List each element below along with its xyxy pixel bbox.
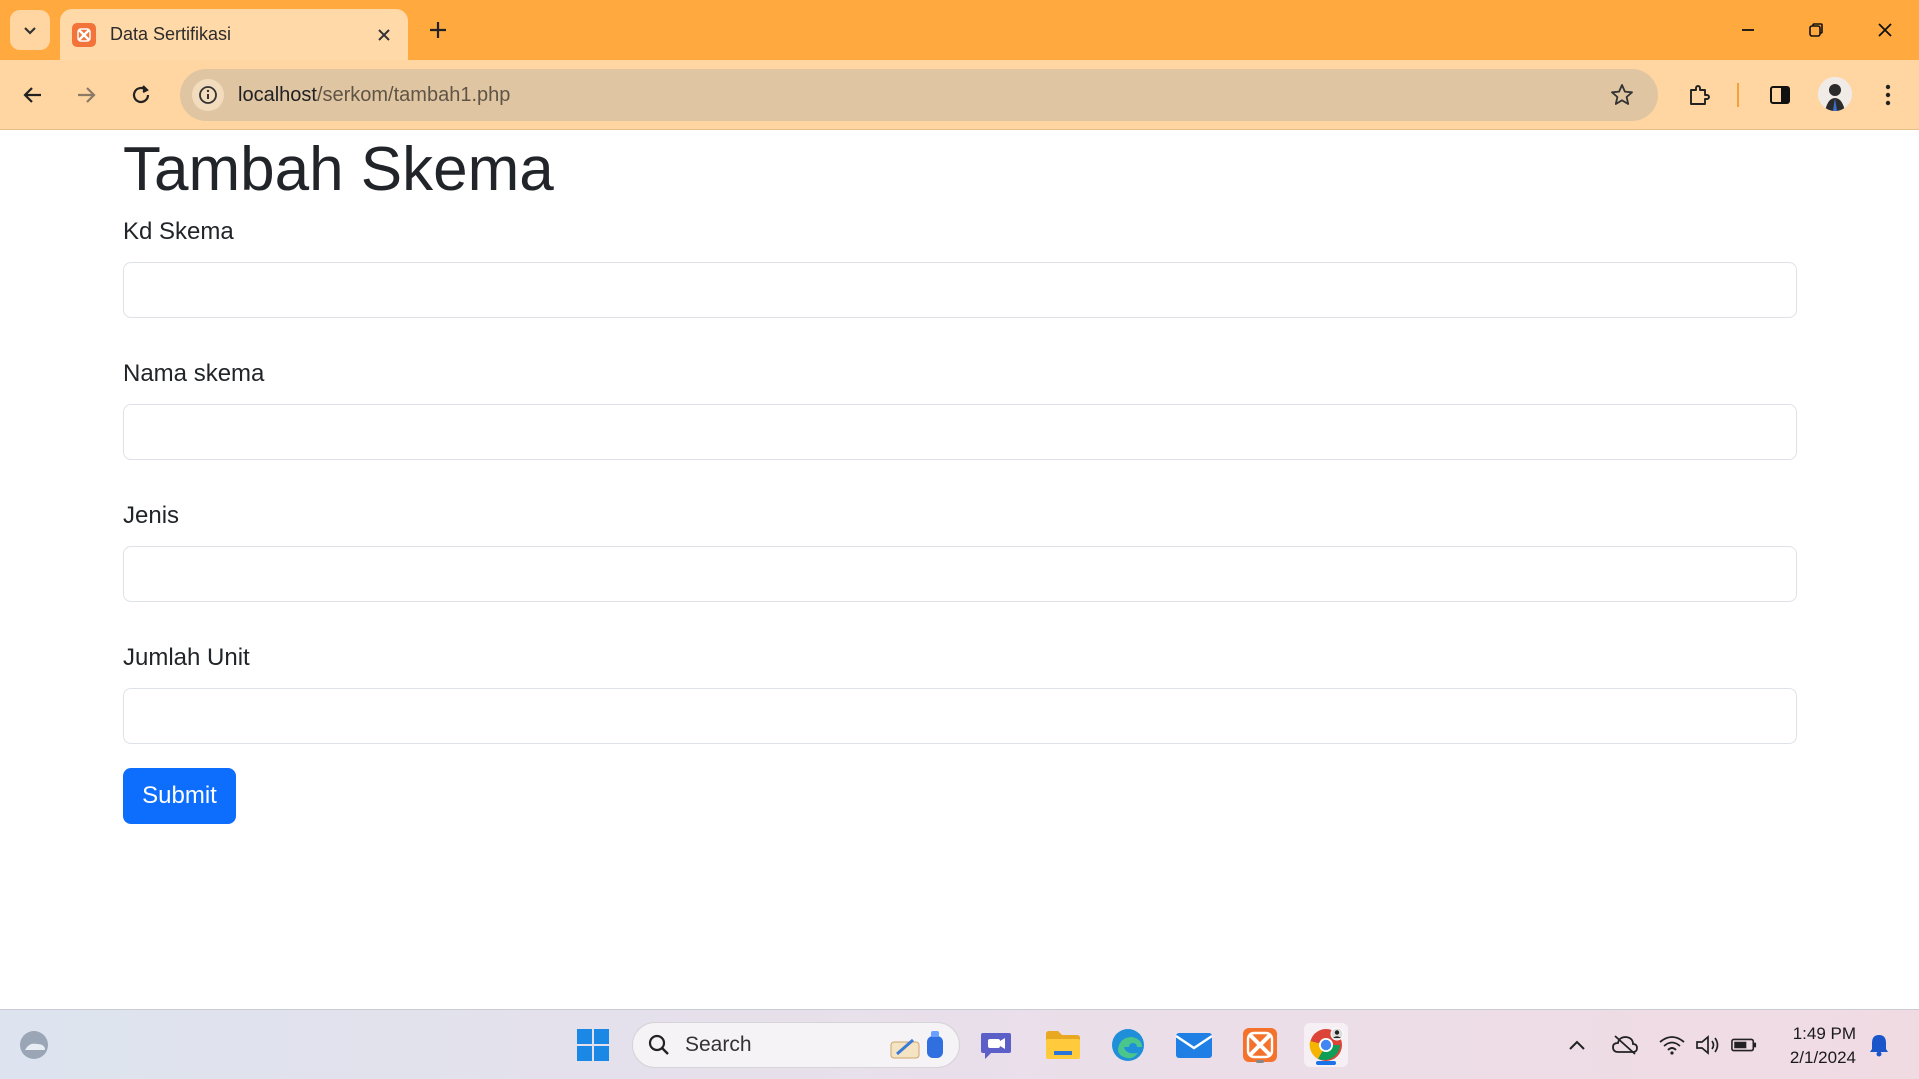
jenis-input[interactable] xyxy=(123,546,1797,603)
browser-tab-active[interactable]: Data Sertifikasi xyxy=(60,9,408,60)
search-icon xyxy=(648,1034,669,1055)
onedrive-tray[interactable] xyxy=(1612,1033,1638,1057)
taskbar-xampp[interactable] xyxy=(1238,1023,1282,1067)
xampp-favicon-icon xyxy=(72,22,96,47)
taskbar-file-explorer[interactable] xyxy=(1041,1023,1085,1067)
submit-button[interactable]: Submit xyxy=(123,768,236,825)
new-tab-button[interactable] xyxy=(423,15,453,45)
browser-tab-bar: Data Sertifikasi xyxy=(0,0,1919,60)
chevron-up-icon xyxy=(1569,1040,1585,1050)
taskbar-search-label: Search xyxy=(685,1033,752,1056)
volume-tray[interactable] xyxy=(1695,1033,1721,1057)
jumlah-unit-input[interactable] xyxy=(123,688,1797,745)
taskbar-edge[interactable] xyxy=(1106,1023,1150,1067)
kebab-menu-icon xyxy=(1885,84,1891,106)
notification-button[interactable] xyxy=(1866,1033,1892,1057)
forward-button[interactable] xyxy=(68,77,104,113)
nama-skema-label: Nama skema xyxy=(123,360,265,388)
tab-search-button[interactable] xyxy=(10,10,50,50)
browser-menu-button[interactable] xyxy=(1870,77,1906,113)
battery-icon xyxy=(1731,1038,1757,1052)
reload-button[interactable] xyxy=(123,77,159,113)
nama-skema-input[interactable] xyxy=(123,404,1797,461)
address-bar[interactable]: localhost/serkom/tambah1.php xyxy=(180,69,1658,121)
side-panel-button[interactable] xyxy=(1762,77,1798,113)
side-panel-icon xyxy=(1770,86,1790,104)
windows-logo-icon xyxy=(577,1029,609,1061)
form-group-jumlah-unit: Jumlah Unit xyxy=(123,644,1797,745)
kd-skema-label: Kd Skema xyxy=(123,218,234,246)
toolbar-divider xyxy=(1737,83,1739,107)
windows-taskbar: Search 1:49 PM 2/1/2024 xyxy=(0,1009,1919,1079)
clock-time: 1:49 PM xyxy=(1792,1024,1856,1043)
chevron-down-icon xyxy=(24,27,36,35)
chrome-icon xyxy=(1309,1027,1344,1061)
battery-tray[interactable] xyxy=(1731,1033,1757,1057)
back-button[interactable] xyxy=(15,77,51,113)
taskbar-teams-chat[interactable] xyxy=(975,1023,1019,1067)
weather-widget[interactable] xyxy=(12,1023,56,1067)
edge-browser-icon xyxy=(1112,1029,1144,1061)
restore-button[interactable] xyxy=(1798,12,1834,48)
form-group-kd-skema: Kd Skema xyxy=(123,218,1797,319)
taskbar-mail[interactable] xyxy=(1172,1023,1216,1067)
search-highlight-icon xyxy=(890,1031,943,1059)
kd-skema-input[interactable] xyxy=(123,262,1797,319)
arrow-right-icon xyxy=(78,87,96,103)
form-group-jenis: Jenis xyxy=(123,502,1797,603)
show-hidden-icons-button[interactable] xyxy=(1564,1033,1590,1057)
jenis-label: Jenis xyxy=(123,502,180,530)
page-title: Tambah Skema xyxy=(123,135,554,204)
arrow-left-icon xyxy=(23,87,41,103)
puzzle-icon xyxy=(1690,85,1710,105)
url-path: /serkom/tambah1.php xyxy=(316,83,511,106)
clock-date: 2/1/2024 xyxy=(1789,1048,1856,1067)
tab-close-icon[interactable] xyxy=(374,25,394,45)
chat-icon xyxy=(981,1033,1011,1059)
bell-icon xyxy=(1870,1035,1888,1057)
speaker-icon xyxy=(1696,1035,1719,1055)
wifi-icon xyxy=(1659,1036,1685,1055)
browser-toolbar: localhost/serkom/tambah1.php xyxy=(0,60,1919,130)
start-button[interactable] xyxy=(571,1023,615,1067)
cloud-offline-icon xyxy=(1612,1035,1638,1055)
minimize-button[interactable] xyxy=(1730,12,1766,48)
form-group-nama-skema: Nama skema xyxy=(123,360,1797,461)
minimize-icon xyxy=(1742,29,1754,31)
running-indicator xyxy=(1256,1060,1264,1063)
taskbar-search-box[interactable]: Search xyxy=(632,1022,960,1068)
plus-icon xyxy=(430,22,446,38)
folder-icon xyxy=(1046,1031,1080,1059)
site-info-icon[interactable] xyxy=(192,79,224,111)
close-window-button[interactable] xyxy=(1867,12,1903,48)
active-window-indicator xyxy=(1316,1061,1336,1065)
page-content: Tambah Skema Kd Skema Nama skema Jenis J… xyxy=(123,130,1797,825)
wifi-tray[interactable] xyxy=(1659,1033,1685,1057)
url-text[interactable]: localhost/serkom/tambah1.php xyxy=(238,84,510,107)
restore-icon xyxy=(1809,23,1823,37)
weather-icon xyxy=(20,1031,48,1059)
reload-icon xyxy=(132,85,150,104)
xampp-icon xyxy=(1243,1028,1277,1062)
taskbar-clock[interactable]: 1:49 PM 2/1/2024 xyxy=(1770,1022,1856,1070)
profile-avatar-icon xyxy=(1818,77,1852,111)
bookmark-star-icon[interactable] xyxy=(1608,81,1636,109)
close-icon xyxy=(1878,23,1892,37)
tab-title: Data Sertifikasi xyxy=(110,24,232,44)
url-host: localhost xyxy=(238,83,317,106)
mail-icon xyxy=(1175,1033,1213,1058)
profile-avatar[interactable] xyxy=(1818,77,1852,111)
extensions-button[interactable] xyxy=(1681,77,1717,113)
jumlah-unit-label: Jumlah Unit xyxy=(123,644,250,672)
taskbar-chrome[interactable] xyxy=(1304,1023,1348,1067)
